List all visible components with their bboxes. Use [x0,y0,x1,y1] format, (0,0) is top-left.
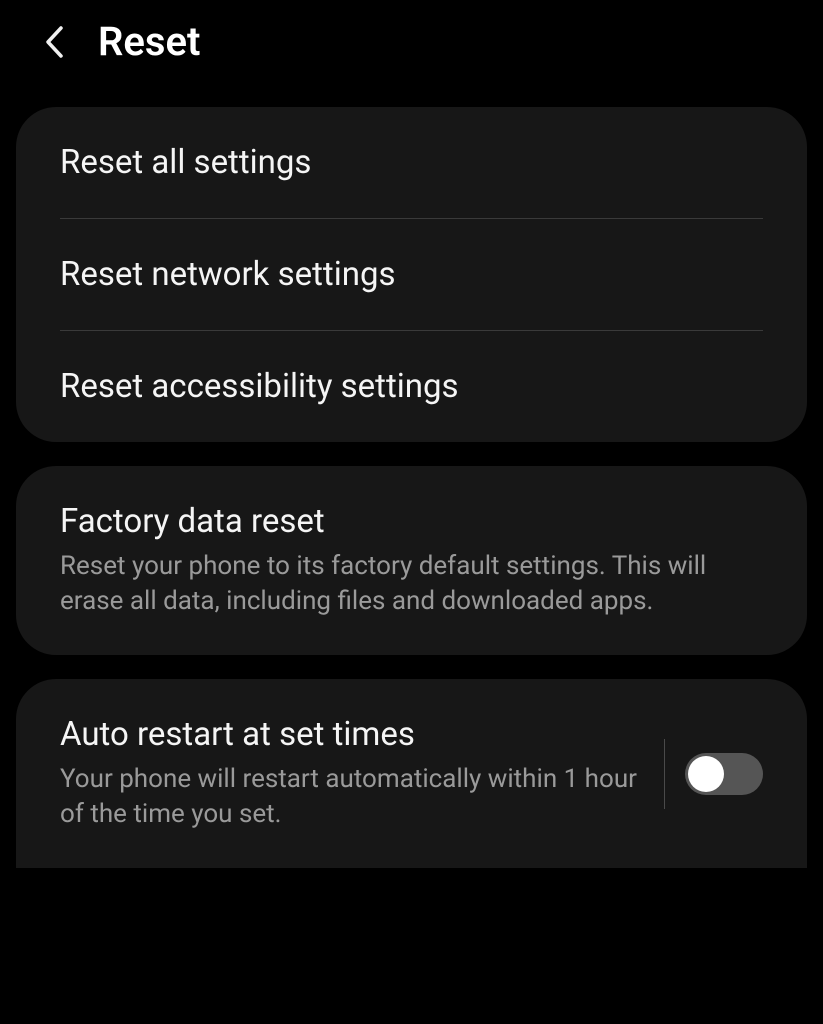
vertical-divider [664,739,665,809]
auto-restart-description: Your phone will restart automatically wi… [60,762,644,832]
factory-data-reset-label: Factory data reset [60,502,763,541]
reset-network-settings-label: Reset network settings [60,255,763,294]
auto-restart-text: Auto restart at set times Your phone wil… [60,715,644,832]
reset-accessibility-settings-item[interactable]: Reset accessibility settings [16,331,807,442]
reset-all-settings-label: Reset all settings [60,143,763,182]
auto-restart-label: Auto restart at set times [60,715,644,754]
card-auto-restart: Auto restart at set times Your phone wil… [16,679,807,868]
reset-accessibility-settings-label: Reset accessibility settings [60,367,763,406]
back-icon[interactable] [40,28,68,56]
card-factory-reset[interactable]: Factory data reset Reset your phone to i… [16,466,807,655]
auto-restart-item[interactable]: Auto restart at set times Your phone wil… [16,679,807,868]
factory-data-reset-item[interactable]: Factory data reset Reset your phone to i… [16,466,807,655]
factory-data-reset-description: Reset your phone to its factory default … [60,549,763,619]
page-title: Reset [98,18,200,65]
reset-all-settings-item[interactable]: Reset all settings [16,107,807,218]
header: Reset [0,0,823,83]
reset-network-settings-item[interactable]: Reset network settings [16,219,807,330]
card-reset-options: Reset all settings Reset network setting… [16,107,807,442]
toggle-knob [688,756,724,792]
auto-restart-toggle[interactable] [685,753,763,795]
